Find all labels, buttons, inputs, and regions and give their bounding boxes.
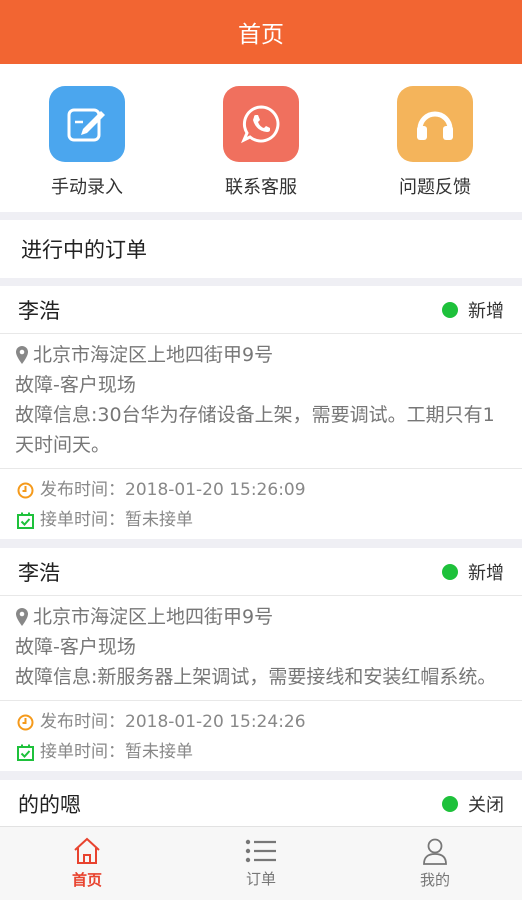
status-text: 新增 (468, 562, 504, 584)
status-dot-icon (442, 795, 458, 812)
quick-actions: 手动录入 联系客服 问题反馈 (0, 64, 522, 212)
order-info: 故障信息:新服务器上架调试，需要接线和安装红帽系统。 (15, 666, 497, 688)
order-address-row: 北京市海淀区上地四街甲9号 (15, 602, 507, 632)
bottom-tab-bar: 首页 订单 我的 (0, 826, 522, 900)
status-text: 关闭 (468, 794, 504, 816)
calendar-check-icon (17, 744, 34, 761)
calendar-check-icon (17, 512, 34, 529)
order-customer-name: 李浩 (18, 298, 60, 323)
order-info: 故障信息:30台华为存储设备上架，需要调试。工期只有1天时间天。 (15, 404, 495, 456)
accept-time-row: 接单时间：暂未接单 (17, 505, 505, 535)
publish-time: 发布时间：2018-01-20 15:24:26 (40, 712, 306, 732)
list-icon (245, 839, 276, 863)
order-customer-name: 的的嗯 (18, 792, 81, 817)
tab-orders[interactable]: 订单 (174, 827, 348, 900)
manual-entry-label: 手动录入 (51, 177, 123, 198)
tab-profile-label: 我的 (419, 871, 450, 889)
home-icon (74, 837, 100, 864)
app-header: 首页 (0, 0, 522, 64)
user-icon (423, 838, 447, 865)
clock-icon (17, 482, 34, 498)
order-address: 北京市海淀区上地四街甲9号 (33, 344, 274, 366)
accept-time: 接单时间：暂未接单 (40, 510, 193, 530)
clock-icon (17, 714, 34, 730)
order-list[interactable]: 李浩 新增 北京市海淀区上地四街甲9号 故障-客户现场 故障信息:30台华为存储… (0, 286, 522, 826)
order-times: 发布时间：2018-01-20 15:26:09 接单时间：暂未接单 (0, 469, 522, 539)
status-badge: 新增 (442, 559, 504, 585)
order-address: 北京市海淀区上地四街甲9号 (33, 606, 274, 628)
order-header: 李浩 新增 (0, 548, 522, 596)
status-dot-icon (442, 301, 458, 318)
tab-orders-label: 订单 (245, 870, 276, 888)
status-dot-icon (442, 563, 458, 580)
location-pin-icon (16, 608, 28, 626)
tab-profile[interactable]: 我的 (348, 827, 522, 900)
publish-time-row: 发布时间：2018-01-20 15:24:26 (17, 707, 505, 737)
page-title: 首页 (238, 22, 284, 48)
manual-entry-button[interactable]: 手动录入 (12, 86, 162, 199)
publish-time-row: 发布时间：2018-01-20 15:26:09 (17, 475, 505, 505)
status-text: 新增 (468, 300, 504, 322)
order-card[interactable]: 李浩 新增 北京市海淀区上地四街甲9号 故障-客户现场 故障信息:30台华为存储… (0, 286, 522, 539)
headphones-icon (397, 86, 473, 162)
order-card[interactable]: 李浩 新增 北京市海淀区上地四街甲9号 故障-客户现场 故障信息:新服务器上架调… (0, 548, 522, 771)
order-times: 发布时间：2018-01-20 15:24:26 接单时间：暂未接单 (0, 701, 522, 771)
feedback-button[interactable]: 问题反馈 (360, 86, 510, 199)
whatsapp-icon (223, 86, 299, 162)
feedback-label: 问题反馈 (399, 177, 471, 198)
order-type: 故障-客户现场 (15, 374, 136, 396)
status-badge: 新增 (442, 297, 504, 323)
contact-service-label: 联系客服 (225, 177, 297, 198)
accept-time-row: 接单时间：暂未接单 (17, 737, 505, 767)
order-card[interactable]: 的的嗯 关闭 (0, 780, 522, 826)
order-type: 故障-客户现场 (15, 636, 136, 658)
order-header: 李浩 新增 (0, 286, 522, 334)
tab-home[interactable]: 首页 (0, 827, 174, 900)
location-pin-icon (16, 346, 28, 364)
order-header: 的的嗯 关闭 (0, 780, 522, 826)
order-customer-name: 李浩 (18, 560, 60, 585)
section-title: 进行中的订单 (0, 220, 522, 278)
accept-time: 接单时间：暂未接单 (40, 742, 193, 762)
edit-icon (49, 86, 125, 162)
order-details: 北京市海淀区上地四街甲9号 故障-客户现场 故障信息:30台华为存储设备上架，需… (0, 334, 522, 469)
status-badge: 关闭 (442, 791, 504, 817)
contact-service-button[interactable]: 联系客服 (186, 86, 336, 199)
order-address-row: 北京市海淀区上地四街甲9号 (15, 340, 507, 370)
order-details: 北京市海淀区上地四街甲9号 故障-客户现场 故障信息:新服务器上架调试，需要接线… (0, 596, 522, 701)
publish-time: 发布时间：2018-01-20 15:26:09 (40, 480, 306, 500)
section-title-text: 进行中的订单 (21, 238, 147, 262)
tab-home-label: 首页 (71, 871, 102, 889)
